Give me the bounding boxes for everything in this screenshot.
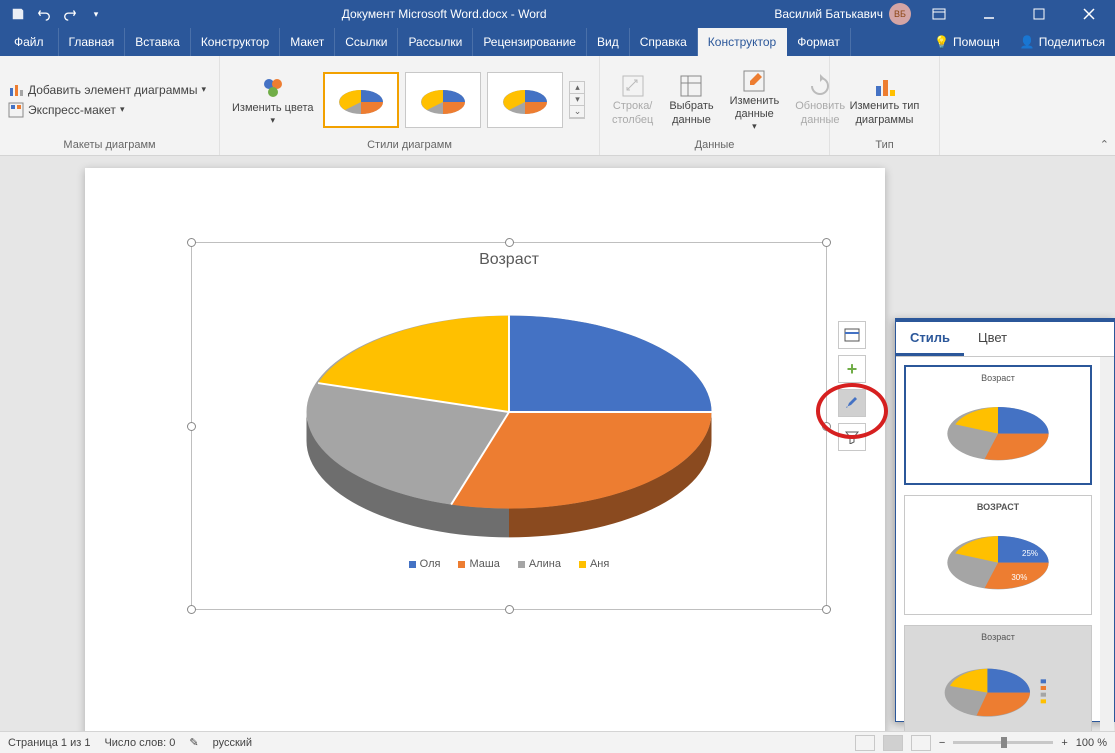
select-data-icon bbox=[677, 72, 705, 100]
flyout-style-item-1[interactable]: Возраст bbox=[904, 365, 1092, 485]
style-scroll-up[interactable]: ▴ bbox=[570, 82, 584, 94]
pie-chart[interactable] bbox=[192, 277, 826, 547]
spellcheck-icon[interactable]: ✎ bbox=[189, 736, 198, 749]
switch-row-column-button: Строка/ столбец bbox=[606, 70, 659, 128]
chart-type-icon bbox=[870, 72, 898, 100]
slice-olya[interactable] bbox=[509, 316, 712, 412]
chart-filters-button[interactable] bbox=[838, 423, 866, 451]
add-element-icon bbox=[8, 82, 24, 98]
maximize-button[interactable] bbox=[1017, 0, 1061, 28]
tab-layout[interactable]: Макет bbox=[280, 28, 335, 56]
edit-data-button[interactable]: Изменить данные▾ bbox=[724, 65, 786, 134]
ribbon: Добавить элемент диаграммы▾ Экспресс-мак… bbox=[0, 56, 1115, 156]
edit-data-icon bbox=[740, 67, 768, 95]
share-icon: 👤 bbox=[1020, 35, 1035, 49]
tab-chart-design[interactable]: Конструктор bbox=[698, 28, 787, 56]
ribbon-display-button[interactable] bbox=[917, 0, 961, 28]
chart-legend[interactable]: Оля Маша Алина Аня bbox=[192, 552, 826, 570]
group-label-type: Тип bbox=[836, 139, 933, 153]
lightbulb-icon: 💡 bbox=[934, 35, 949, 49]
tab-format[interactable]: Формат bbox=[787, 28, 851, 56]
flyout-style-list[interactable]: Возраст ВОЗРАСТ 25%30% Возраст bbox=[896, 357, 1100, 753]
chart-elements-button[interactable]: + bbox=[838, 355, 866, 383]
style-gallery-expand[interactable]: ⌄ bbox=[570, 106, 584, 118]
user-avatar[interactable]: ВБ bbox=[889, 3, 911, 25]
flyout-tab-color[interactable]: Цвет bbox=[964, 322, 1021, 356]
document-title: Документ Microsoft Word.docx - Word bbox=[114, 7, 774, 21]
svg-text:25%: 25% bbox=[1022, 549, 1038, 558]
group-label-data: Данные bbox=[606, 139, 823, 153]
chart-object[interactable]: Возраст О bbox=[191, 242, 827, 610]
collapse-ribbon-button[interactable]: ⌃ bbox=[1100, 138, 1109, 151]
chart-title[interactable]: Возраст bbox=[192, 243, 826, 277]
change-chart-type-button[interactable]: Изменить тип диаграммы bbox=[844, 70, 926, 128]
group-label-layouts: Макеты диаграмм bbox=[6, 139, 213, 153]
zoom-slider[interactable] bbox=[953, 741, 1053, 744]
zoom-out-button[interactable]: − bbox=[939, 737, 945, 749]
minimize-button[interactable] bbox=[967, 0, 1011, 28]
chart-style-flyout: Стиль Цвет Возраст ВОЗРАСТ 25%30% Возрас… bbox=[895, 318, 1115, 722]
change-colors-button[interactable]: Изменить цвета▾ bbox=[226, 72, 319, 128]
tab-design[interactable]: Конструктор bbox=[191, 28, 280, 56]
tab-file[interactable]: Файл bbox=[0, 28, 59, 56]
undo-button[interactable] bbox=[32, 2, 56, 26]
tab-home[interactable]: Главная bbox=[59, 28, 126, 56]
status-language[interactable]: русский bbox=[213, 737, 252, 749]
filter-icon bbox=[845, 430, 859, 444]
zoom-level[interactable]: 100 % bbox=[1076, 737, 1107, 749]
qat-customize[interactable]: ▾ bbox=[84, 2, 108, 26]
chart-style-2[interactable] bbox=[405, 72, 481, 128]
status-bar: Страница 1 из 1 Число слов: 0 ✎ русский … bbox=[0, 731, 1115, 753]
tab-insert[interactable]: Вставка bbox=[125, 28, 191, 56]
select-data-button[interactable]: Выбрать данные bbox=[663, 70, 719, 128]
brush-icon bbox=[844, 395, 860, 411]
tab-references[interactable]: Ссылки bbox=[335, 28, 398, 56]
chart-layout-options-button[interactable] bbox=[838, 321, 866, 349]
save-button[interactable] bbox=[6, 2, 30, 26]
status-page[interactable]: Страница 1 из 1 bbox=[8, 737, 90, 749]
quick-layout-icon bbox=[8, 102, 24, 118]
share-button[interactable]: 👤Поделиться bbox=[1010, 28, 1115, 56]
document-page: Возраст О bbox=[85, 168, 885, 731]
view-print-layout[interactable] bbox=[883, 735, 903, 751]
view-web-layout[interactable] bbox=[911, 735, 931, 751]
view-read-mode[interactable] bbox=[855, 735, 875, 751]
tab-mailings[interactable]: Рассылки bbox=[398, 28, 473, 56]
chart-styles-button[interactable] bbox=[838, 389, 866, 417]
style-scroll-down[interactable]: ▾ bbox=[570, 94, 584, 106]
flyout-style-item-3[interactable]: Возраст bbox=[904, 625, 1092, 745]
status-word-count[interactable]: Число слов: 0 bbox=[104, 737, 175, 749]
user-name[interactable]: Василий Батькавич bbox=[774, 7, 883, 21]
tell-me-button[interactable]: 💡Помощн bbox=[924, 28, 1010, 56]
layout-options-icon bbox=[844, 328, 860, 342]
tab-view[interactable]: Вид bbox=[587, 28, 630, 56]
flyout-scrollbar[interactable] bbox=[1100, 357, 1114, 753]
svg-text:30%: 30% bbox=[1011, 573, 1027, 582]
tab-help[interactable]: Справка bbox=[630, 28, 698, 56]
flyout-tab-style[interactable]: Стиль bbox=[896, 322, 964, 356]
close-button[interactable] bbox=[1067, 0, 1111, 28]
title-bar: ▾ Документ Microsoft Word.docx - Word Ва… bbox=[0, 0, 1115, 28]
add-chart-element-button[interactable]: Добавить элемент диаграммы▾ bbox=[6, 81, 208, 99]
zoom-in-button[interactable]: + bbox=[1061, 737, 1067, 749]
tab-review[interactable]: Рецензирование bbox=[473, 28, 587, 56]
colors-icon bbox=[259, 74, 287, 102]
quick-layout-button[interactable]: Экспресс-макет▾ bbox=[6, 101, 208, 119]
chart-style-1[interactable] bbox=[323, 72, 399, 128]
group-label-styles: Стили диаграмм bbox=[226, 139, 593, 153]
flyout-style-item-2[interactable]: ВОЗРАСТ 25%30% bbox=[904, 495, 1092, 615]
switch-icon bbox=[619, 72, 647, 100]
ribbon-tabs: Файл Главная Вставка Конструктор Макет С… bbox=[0, 28, 1115, 56]
chart-style-3[interactable] bbox=[487, 72, 563, 128]
redo-button[interactable] bbox=[58, 2, 82, 26]
